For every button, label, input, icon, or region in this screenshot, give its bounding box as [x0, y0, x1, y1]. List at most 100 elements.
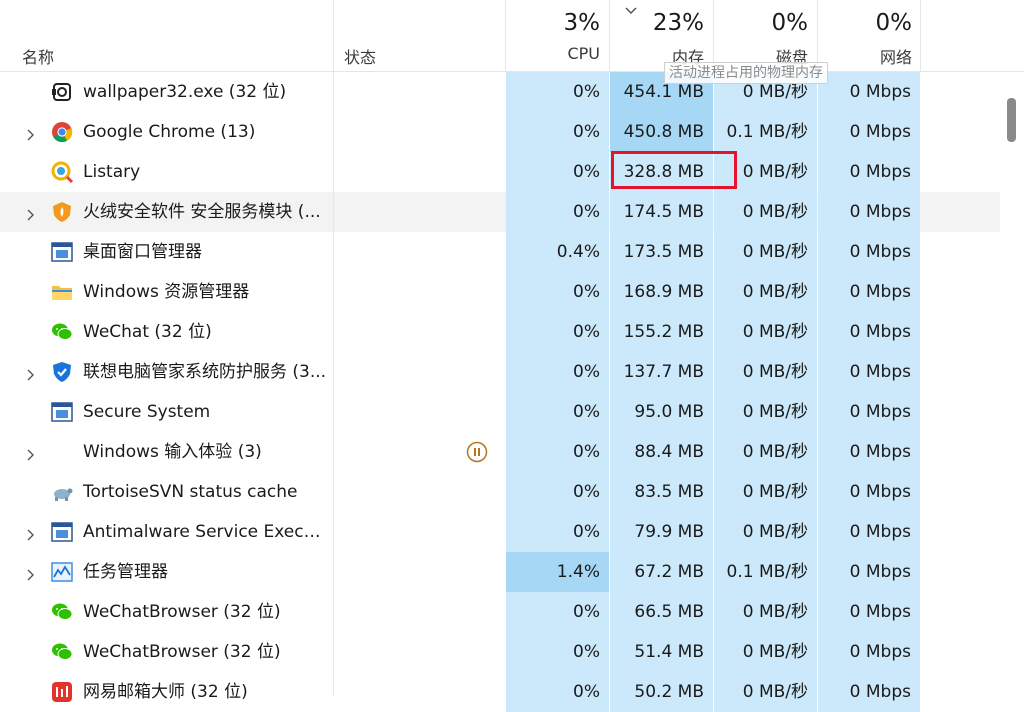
table-row[interactable]: 网易邮箱大师 (32 位) 0% 50.2 MB 0 MB/秒 0 Mbps	[0, 672, 1000, 712]
chevron-right-icon[interactable]	[24, 206, 36, 221]
network-cell: 0 Mbps	[818, 352, 920, 392]
network-cell: 0 Mbps	[818, 432, 920, 472]
network-cell: 0 Mbps	[818, 72, 920, 112]
cpu-cell-value: 0%	[573, 482, 600, 502]
disk-cell-value: 0 MB/秒	[742, 602, 808, 622]
disk-cell-value: 0 MB/秒	[742, 482, 808, 502]
table-row[interactable]: Secure System 0% 95.0 MB 0 MB/秒 0 Mbps	[0, 392, 1000, 432]
column-network-header[interactable]: 网络	[818, 44, 912, 68]
cpu-cell: 0%	[506, 512, 609, 552]
process-name: 网易邮箱大师 (32 位)	[83, 682, 248, 702]
chevron-right-icon[interactable]	[24, 126, 36, 141]
cpu-cell-value: 0%	[573, 642, 600, 662]
window-icon	[51, 521, 73, 543]
memory-total: 23%	[652, 10, 704, 36]
cpu-cell-value: 0%	[573, 402, 600, 422]
mail-icon	[51, 681, 73, 703]
table-row[interactable]: 任务管理器 1.4% 67.2 MB 0.1 MB/秒 0 Mbps	[0, 552, 1000, 592]
cpu-cell: 0.4%	[506, 232, 609, 272]
network-cell: 0 Mbps	[818, 672, 920, 712]
table-row[interactable]: Listary 0% 328.8 MB 0 MB/秒 0 Mbps	[0, 152, 1000, 192]
table-row[interactable]: 联想电脑管家系统防护服务 (3... 0% 137.7 MB 0 MB/秒 0 Mbps	[0, 352, 1000, 392]
memory-cell: 79.9 MB	[610, 512, 713, 552]
table-row[interactable]: TortoiseSVN status cache 0% 83.5 MB 0 MB/秒 0…	[0, 472, 1000, 512]
memory-cell: 137.7 MB	[610, 352, 713, 392]
chevron-right-icon[interactable]	[24, 366, 36, 381]
process-name: 桌面窗口管理器	[83, 242, 202, 262]
cpu-cell: 0%	[506, 192, 609, 232]
chevron-right-icon[interactable]	[24, 526, 36, 541]
cpu-cell-value: 0%	[573, 682, 600, 702]
process-name: Antimalware Service Execut...	[83, 522, 328, 542]
memory-cell: 168.9 MB	[610, 272, 713, 312]
network-cell-value: 0 Mbps	[849, 402, 911, 422]
disk-cell: 0 MB/秒	[714, 312, 817, 352]
process-name: Secure System	[83, 402, 211, 422]
disk-cell-value: 0 MB/秒	[742, 162, 808, 182]
scrollbar-thumb[interactable]	[1007, 98, 1016, 142]
memory-cell: 155.2 MB	[610, 312, 713, 352]
process-name: TortoiseSVN status cache	[83, 482, 298, 502]
memory-cell-value: 67.2 MB	[634, 562, 704, 582]
table-row[interactable]: Windows 资源管理器 0% 168.9 MB 0 MB/秒 0 Mbps	[0, 272, 1000, 312]
memory-cell: 95.0 MB	[610, 392, 713, 432]
memory-cell: 450.8 MB	[610, 112, 713, 152]
table-row[interactable]: WeChat (32 位) 0% 155.2 MB 0 MB/秒 0 Mbps	[0, 312, 1000, 352]
network-cell-value: 0 Mbps	[849, 82, 911, 102]
column-status-header[interactable]: 状态	[344, 44, 376, 68]
table-row[interactable]: 桌面窗口管理器 0.4% 173.5 MB 0 MB/秒 0 Mbps	[0, 232, 1000, 272]
cpu-cell-value: 0%	[573, 602, 600, 622]
disk-cell: 0 MB/秒	[714, 192, 817, 232]
cpu-cell: 0%	[506, 472, 609, 512]
huorong-icon	[51, 201, 73, 223]
network-cell-value: 0 Mbps	[849, 442, 911, 462]
cpu-cell: 0%	[506, 392, 609, 432]
cpu-cell-value: 0%	[573, 322, 600, 342]
network-total: 0%	[875, 10, 913, 36]
table-row[interactable]: Windows 输入体验 (3) 0% 88.4 MB 0 MB/秒 0 Mbps	[0, 432, 1000, 472]
wallpaper-icon	[51, 81, 73, 103]
column-name-header[interactable]: 名称	[22, 44, 54, 68]
network-cell-value: 0 Mbps	[849, 162, 911, 182]
column-cpu-header[interactable]: CPU	[506, 44, 600, 63]
memory-cell: 50.2 MB	[610, 672, 713, 712]
cpu-cell-value: 0%	[573, 362, 600, 382]
memory-cell-value: 66.5 MB	[634, 602, 704, 622]
disk-cell-value: 0 MB/秒	[742, 82, 808, 102]
shield-icon	[51, 361, 73, 383]
cpu-cell-value: 0%	[573, 162, 600, 182]
cpu-cell: 1.4%	[506, 552, 609, 592]
network-cell: 0 Mbps	[818, 152, 920, 192]
disk-cell: 0 MB/秒	[714, 512, 817, 552]
table-row[interactable]: WeChatBrowser (32 位) 0% 66.5 MB 0 MB/秒 0 Mbp…	[0, 592, 1000, 632]
network-cell-value: 0 Mbps	[849, 362, 911, 382]
memory-cell-value: 50.2 MB	[634, 682, 704, 702]
chevron-right-icon[interactable]	[24, 566, 36, 581]
taskmgr-icon	[51, 561, 73, 583]
pause-icon	[466, 441, 488, 463]
listary-icon	[51, 161, 74, 184]
process-name: Windows 资源管理器	[83, 282, 250, 302]
table-row[interactable]: WeChatBrowser (32 位) 0% 51.4 MB 0 MB/秒 0 Mbp…	[0, 632, 1000, 672]
disk-cell-value: 0 MB/秒	[742, 402, 808, 422]
chevron-right-icon[interactable]	[24, 446, 36, 461]
table-row[interactable]: wallpaper32.exe (32 位) 0% 454.1 MB 0 MB/秒 0 …	[0, 72, 1000, 112]
disk-cell: 0 MB/秒	[714, 592, 817, 632]
cpu-cell: 0%	[506, 632, 609, 672]
table-row[interactable]: Google Chrome (13) 0% 450.8 MB 0.1 MB/秒 0 Mb…	[0, 112, 1000, 152]
table-row[interactable]: 火绒安全软件 安全服务模块 (... 0% 174.5 MB 0 MB/秒 0 Mbps	[0, 192, 1000, 232]
memory-cell-value: 155.2 MB	[623, 322, 704, 342]
memory-cell-value: 168.9 MB	[623, 282, 704, 302]
memory-cell: 51.4 MB	[610, 632, 713, 672]
table-row[interactable]: Antimalware Service Execut... 0% 79.9 MB 0 …	[0, 512, 1000, 552]
cpu-cell: 0%	[506, 312, 609, 352]
disk-total: 0%	[771, 10, 809, 36]
network-cell-value: 0 Mbps	[849, 242, 911, 262]
disk-cell-value: 0 MB/秒	[742, 202, 808, 222]
header-divider	[505, 0, 506, 72]
process-name: Windows 输入体验 (3)	[83, 442, 262, 462]
disk-cell: 0 MB/秒	[714, 352, 817, 392]
memory-cell-value: 88.4 MB	[634, 442, 704, 462]
memory-cell-value: 83.5 MB	[634, 482, 704, 502]
disk-cell-value: 0 MB/秒	[742, 282, 808, 302]
